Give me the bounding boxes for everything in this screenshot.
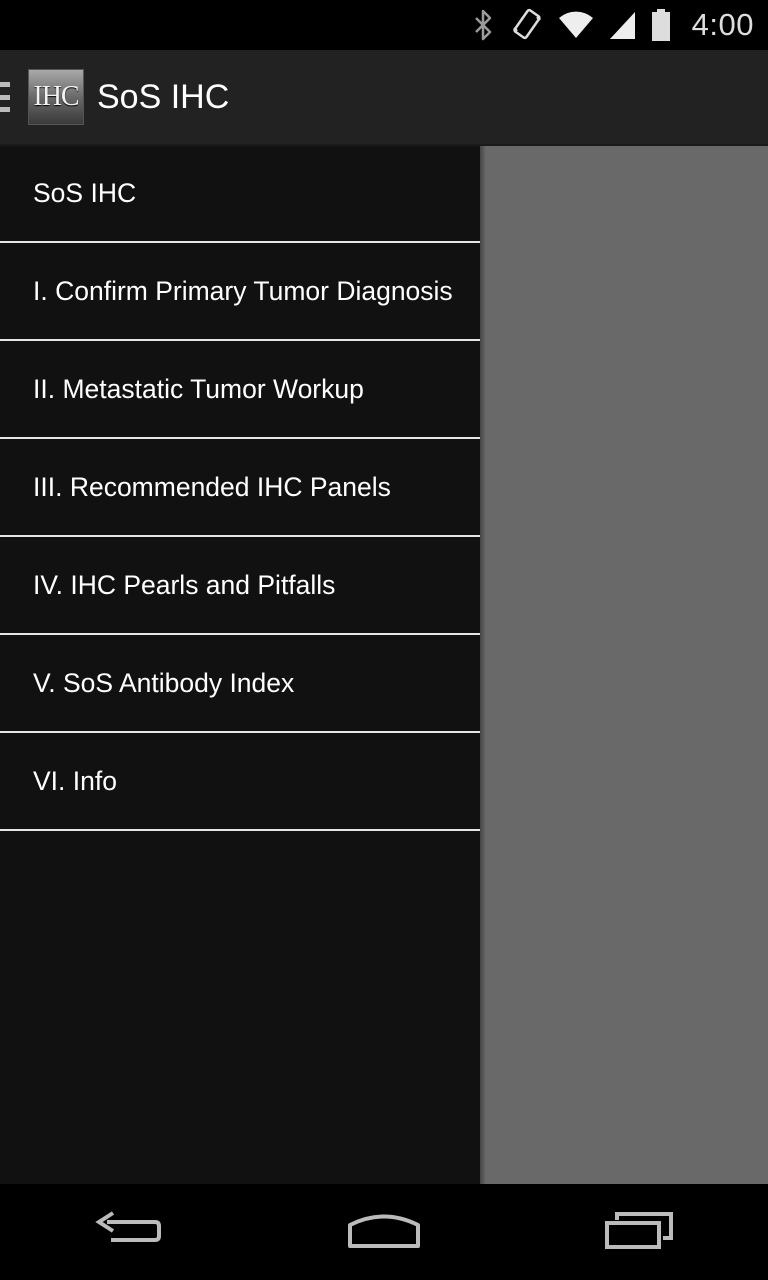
system-navigation-bar xyxy=(0,1184,768,1280)
drawer-shadow xyxy=(480,146,486,1184)
bluetooth-icon xyxy=(472,8,496,42)
drawer-item-sos-antibody-index[interactable]: V. SoS Antibody Index xyxy=(0,635,480,733)
back-icon xyxy=(93,1210,163,1255)
drawer-item-sos-ihc[interactable]: SoS IHC xyxy=(0,146,480,243)
status-time: 4:00 xyxy=(691,7,754,42)
drawer-item-metastatic-tumor-workup[interactable]: II. Metastatic Tumor Workup xyxy=(0,341,480,439)
drawer-item-label: IV. IHC Pearls and Pitfalls xyxy=(33,569,336,600)
drawer-item-info[interactable]: VI. Info xyxy=(0,733,480,831)
status-bar: 4:00 xyxy=(0,0,768,50)
drawer-item-ihc-pearls-and-pitfalls[interactable]: IV. IHC Pearls and Pitfalls xyxy=(0,537,480,635)
drawer-item-confirm-primary-tumor-diagnosis[interactable]: I. Confirm Primary Tumor Diagnosis xyxy=(0,243,480,341)
drawer-item-label: SoS IHC xyxy=(33,178,137,208)
home-button[interactable] xyxy=(324,1184,444,1280)
drawer-indicator-icon[interactable] xyxy=(0,82,12,112)
navigation-drawer: SoS IHC I. Confirm Primary Tumor Diagnos… xyxy=(0,146,480,1184)
app-title: SoS IHC xyxy=(97,77,230,116)
drawer-item-label: V. SoS Antibody Index xyxy=(33,667,295,698)
dimmed-content-scrim[interactable] xyxy=(480,146,768,1184)
drawer-item-label: I. Confirm Primary Tumor Diagnosis xyxy=(33,275,453,306)
drawer-item-recommended-ihc-panels[interactable]: III. Recommended IHC Panels xyxy=(0,439,480,537)
drawer-item-label: III. Recommended IHC Panels xyxy=(33,471,391,502)
recents-icon xyxy=(605,1210,675,1255)
home-icon xyxy=(347,1210,421,1255)
recents-button[interactable] xyxy=(580,1184,700,1280)
app-logo[interactable]: IHC xyxy=(28,69,84,125)
signal-icon xyxy=(608,10,636,40)
wifi-icon xyxy=(558,10,594,40)
drawer-item-label: II. Metastatic Tumor Workup xyxy=(33,373,364,404)
drawer-item-label: VI. Info xyxy=(33,765,117,796)
action-bar[interactable]: IHC SoS IHC xyxy=(0,50,768,146)
screen: 4:00 IHC SoS IHC SoS IHC I. Confirm Prim… xyxy=(0,0,768,1280)
battery-icon xyxy=(650,8,672,42)
vibrate-icon xyxy=(510,8,544,42)
back-button[interactable] xyxy=(68,1184,188,1280)
